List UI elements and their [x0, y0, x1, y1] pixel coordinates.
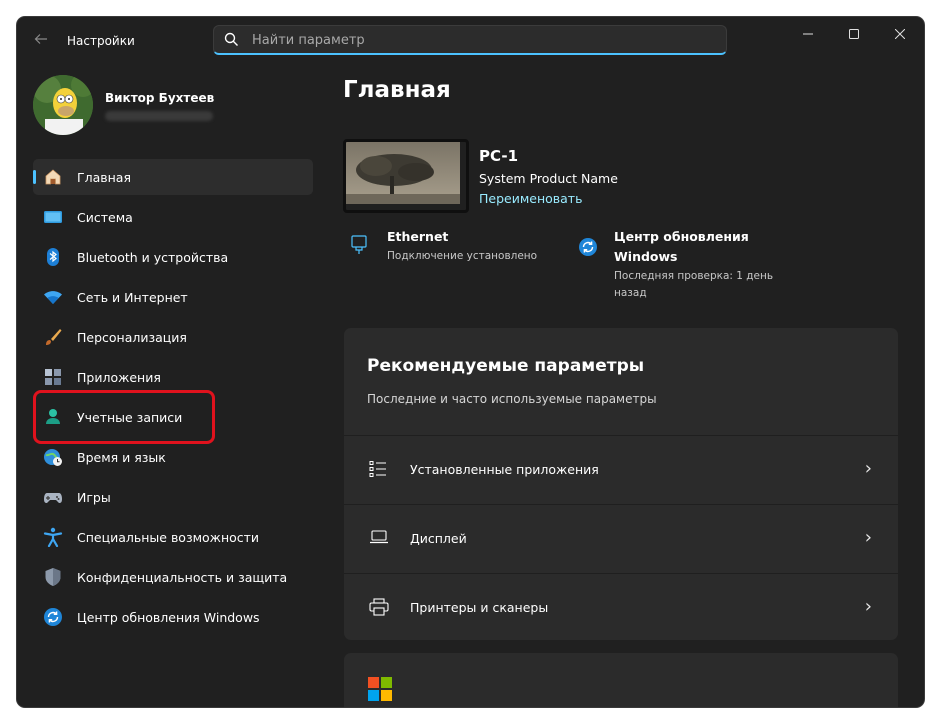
sidebar-item-personalization[interactable]: Персонализация	[33, 319, 313, 355]
avatar-image	[33, 75, 93, 135]
accessibility-icon	[43, 527, 63, 547]
recommended-title: Рекомендуемые параметры	[367, 356, 645, 376]
user-email-blurred	[105, 111, 213, 121]
sidebar-item-privacy[interactable]: Конфиденциальность и защита	[33, 559, 313, 595]
recommended-row-installed-apps[interactable]: Установленные приложения ›	[344, 435, 898, 504]
sidebar-item-label: Центр обновления Windows	[77, 610, 260, 625]
globe-clock-icon	[44, 449, 62, 466]
sidebar-item-label: Конфиденциальность и защита	[77, 570, 288, 585]
sidebar-item-label: Специальные возможности	[77, 530, 260, 545]
home-icon	[45, 169, 61, 185]
update-title-line2[interactable]: Windows	[614, 249, 678, 264]
chevron-right-icon: ›	[864, 596, 872, 617]
laptop-icon	[370, 530, 388, 544]
sidebar-item-label: Приложения	[77, 370, 161, 385]
sidebar-item-label: Сеть и Интернет	[77, 290, 188, 305]
recommended-row-label: Дисплей	[410, 531, 467, 546]
recommended-subtitle: Последние и часто используемые параметры	[367, 392, 657, 406]
chevron-right-icon: ›	[864, 458, 872, 479]
brush-icon	[46, 329, 62, 345]
sidebar-item-time-language[interactable]: Время и язык	[33, 439, 313, 475]
update-status-line1: Последняя проверка: 1 день	[614, 270, 774, 282]
pc-wallpaper-thumbnail[interactable]	[343, 139, 469, 213]
recommended-row-label: Установленные приложения	[410, 462, 599, 477]
search-input[interactable]	[250, 29, 714, 51]
app-title: Настройки	[67, 34, 135, 48]
sidebar-item-windows-update[interactable]: Центр обновления Windows	[33, 599, 313, 635]
shield-icon	[45, 568, 61, 586]
gamepad-icon	[44, 493, 62, 503]
update-icon	[44, 608, 62, 626]
update-status-icon	[579, 238, 597, 256]
rename-link[interactable]: Переименовать	[479, 191, 582, 206]
settings-window: Настройки Найти параметр Виктор Бухтеев …	[17, 17, 924, 707]
recommended-row-label: Принтеры и сканеры	[410, 600, 549, 615]
update-title-line1[interactable]: Центр обновления	[614, 229, 749, 244]
avatar[interactable]	[33, 75, 93, 135]
apps-list-icon	[369, 461, 386, 477]
sidebar-item-network[interactable]: Сеть и Интернет	[33, 279, 313, 315]
sidebar-item-gaming[interactable]: Игры	[33, 479, 313, 515]
close-button[interactable]	[880, 23, 920, 45]
recommended-row-printers[interactable]: Принтеры и сканеры ›	[344, 573, 898, 640]
pc-model: System Product Name	[479, 171, 618, 186]
minimize-button[interactable]	[788, 23, 828, 45]
page-title: Главная	[343, 77, 451, 103]
sidebar-item-home[interactable]: Главная	[33, 159, 313, 195]
close-icon	[894, 28, 906, 40]
sidebar-item-label: Игры	[77, 490, 111, 505]
back-arrow-icon	[34, 34, 47, 44]
accounts-highlight-frame	[33, 390, 215, 444]
sidebar-item-system[interactable]: Система	[33, 199, 313, 235]
sidebar-item-label: Bluetooth и устройства	[77, 250, 229, 265]
sidebar-item-label: Главная	[77, 170, 131, 185]
ethernet-title[interactable]: Ethernet	[387, 229, 448, 244]
sidebar-item-label: Персонализация	[77, 330, 187, 345]
recommended-row-display[interactable]: Дисплей ›	[344, 504, 898, 573]
user-name: Виктор Бухтеев	[105, 91, 215, 105]
system-icon	[44, 211, 62, 223]
minimize-icon	[803, 33, 813, 35]
search-box[interactable]	[213, 25, 727, 55]
back-button[interactable]	[31, 31, 51, 51]
bluetooth-icon	[47, 248, 59, 266]
ethernet-status: Подключение установлено	[387, 250, 538, 262]
wallpaper-image	[346, 142, 460, 204]
apps-icon	[45, 369, 61, 385]
recommended-settings-card: Рекомендуемые параметры Последние и част…	[344, 328, 898, 640]
printer-icon	[369, 598, 389, 616]
maximize-icon	[849, 29, 859, 39]
update-status-line2: назад	[614, 287, 647, 299]
active-indicator	[33, 170, 36, 184]
ethernet-icon	[351, 235, 367, 254]
maximize-button[interactable]	[834, 23, 874, 45]
sidebar-item-bluetooth[interactable]: Bluetooth и устройства	[33, 239, 313, 275]
microsoft-logo-icon	[368, 677, 392, 701]
search-icon	[224, 32, 238, 46]
title-bar: Настройки	[17, 17, 924, 65]
sidebar-item-accessibility[interactable]: Специальные возможности	[33, 519, 313, 555]
wifi-icon	[44, 291, 62, 304]
chevron-right-icon: ›	[864, 527, 872, 548]
sidebar-item-label: Система	[77, 210, 133, 225]
microsoft-card	[344, 653, 898, 707]
pc-name: PC-1	[479, 147, 519, 165]
sidebar-item-label: Время и язык	[77, 450, 166, 465]
